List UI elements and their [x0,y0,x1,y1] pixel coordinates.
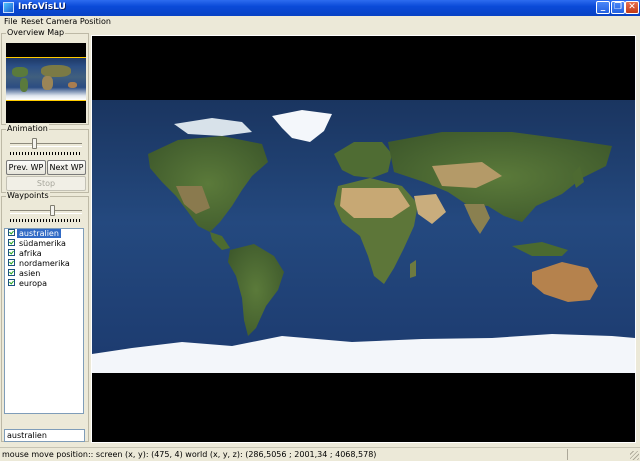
checkbox[interactable] [8,239,15,246]
list-item[interactable]: nordamerika [5,259,83,269]
checkbox[interactable] [8,279,15,286]
animation-slider-thumb[interactable] [32,138,37,149]
overview-map[interactable] [6,43,86,123]
checkbox[interactable] [8,229,15,236]
window-title: InfoVisLU [18,2,66,12]
world-map [92,100,635,373]
waypoint-name-field[interactable]: australien [4,429,85,442]
menu-file[interactable]: File [4,17,17,26]
list-item[interactable]: asien [5,269,83,279]
waypoints-slider[interactable] [10,205,82,222]
list-item[interactable]: europa [5,279,83,289]
animation-label: Animation [6,124,49,134]
menu-reset-camera[interactable]: Reset Camera Position [21,17,111,26]
title-bar: InfoVisLU _ ❐ ✕ [0,0,640,16]
overview-label: Overview Map [6,28,66,38]
list-item[interactable]: afrika [5,249,83,259]
waypoints-label: Waypoints [6,191,50,201]
maximize-button[interactable]: ❐ [611,1,625,14]
left-panel: Overview Map Animation Prev. WP Next WP … [0,28,90,444]
stop-button[interactable]: Stop [6,176,86,191]
animation-group: Animation Prev. WP Next WP Stop [1,124,89,193]
menu-bar: File Reset Camera Position [0,16,640,29]
status-separator [567,449,568,460]
status-text: mouse move position:: screen (x, y): (47… [2,450,377,459]
prev-waypoint-button[interactable]: Prev. WP [6,160,46,175]
checkbox[interactable] [8,259,15,266]
app-icon [3,2,14,13]
overview-group: Overview Map [1,28,89,125]
overview-map-image [6,57,86,101]
checkbox[interactable] [8,269,15,276]
status-bar: mouse move position:: screen (x, y): (47… [0,447,640,461]
checkbox[interactable] [8,249,15,256]
map-viewport[interactable] [91,35,636,443]
list-item[interactable]: südamerika [5,239,83,249]
next-waypoint-button[interactable]: Next WP [47,160,86,175]
list-item[interactable]: australien [5,229,83,239]
minimize-button[interactable]: _ [596,1,610,14]
close-button[interactable]: ✕ [625,1,639,14]
waypoints-slider-thumb[interactable] [50,205,55,216]
waypoint-list[interactable]: australien südamerika afrika nordamerika… [4,228,84,414]
resize-grip[interactable] [630,451,639,460]
animation-slider[interactable] [10,138,82,155]
